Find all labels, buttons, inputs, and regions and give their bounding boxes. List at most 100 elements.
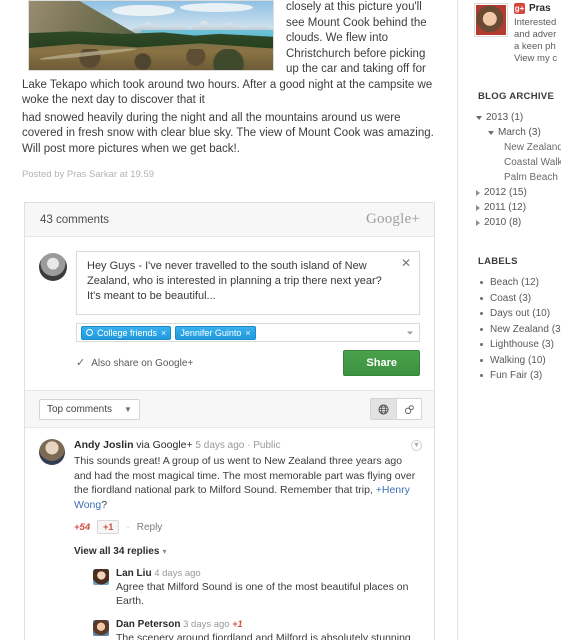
reply-author[interactable]: Dan Peterson [116,619,180,630]
link-icon[interactable] [396,399,421,419]
replies-section: View all 34 replies▾ Lan Liu 4 days ago [74,546,420,640]
triangle-right-icon [476,220,480,226]
profile-desc-line-2: and adver [514,29,561,41]
action-separator: · [126,522,129,533]
reply-text: The scenery around fiordland and Milford… [116,631,420,640]
label-item-beach[interactable]: Beach (12) [474,275,561,291]
triangle-right-icon [476,190,480,196]
reply-item: Lan Liu 4 days ago Agree that Milford So… [74,568,420,608]
profile-name[interactable]: Pras [529,3,551,14]
label-item-days-out[interactable]: Days out (10) [474,306,561,322]
main-content-column: closely at this picture you'll see Mount… [0,0,458,640]
label-item-coast[interactable]: Coast (3) [474,291,561,307]
profile-desc-line-3: a keen ph [514,41,561,53]
remove-icon[interactable]: × [161,328,166,338]
view-all-replies-button[interactable]: View all 34 replies▾ [74,546,420,557]
view-toggle-group [370,398,422,420]
google-plus-logo: Google+ [366,211,420,228]
reply-button[interactable]: Reply [137,522,163,533]
share-row: ✓ Also share on Google+ Share [76,350,420,376]
comment-options-icon[interactable]: ▼ [411,440,422,451]
profile-widget: g+ Pras Interested and adver a keen ph V… [474,3,561,65]
avatar[interactable] [39,439,65,465]
close-icon[interactable]: ✕ [400,257,412,269]
archive-post-coastal-walk[interactable]: Coastal Walk [474,155,561,170]
bullet-icon [480,328,483,331]
avatar [476,5,506,35]
sort-comments-label: Top comments [47,404,112,415]
avatar[interactable] [93,620,109,636]
archive-item-2013[interactable]: 2013 (1) [474,110,561,125]
audience-chip-circle[interactable]: College friends × [81,326,171,340]
plus-one-count: +1 [232,619,242,629]
archive-item-2012[interactable]: 2012 (15) [474,185,561,200]
triangle-down-icon [476,116,482,120]
reply-body: Lan Liu 4 days ago Agree that Milford So… [116,568,420,608]
blog-archive-title: BLOG ARCHIVE [478,91,561,102]
google-plus-icon: g+ [514,3,525,14]
label-item-lighthouse[interactable]: Lighthouse (3) [474,337,561,353]
archive-post-label: Palm Beach [504,170,558,185]
blog-archive-list: 2013 (1) March (3) New Zealand Coastal W… [474,110,561,230]
post-photo[interactable] [28,0,274,71]
archive-item-label: 2013 (1) [486,110,523,125]
profile-photo[interactable] [474,3,508,37]
sort-comments-dropdown[interactable]: Top comments ▼ [39,399,140,420]
archive-post-palm-beach[interactable]: Palm Beach [474,170,561,185]
profile-name-row: g+ Pras [514,3,561,14]
comment-author[interactable]: Andy Joslin [74,439,134,451]
triangle-down-icon [488,131,494,135]
also-share-label: Also share on Google+ [91,358,193,369]
label-text: New Zealand (3) [490,322,561,338]
reply-meta: Dan Peterson 3 days ago +1 [116,619,420,630]
label-item-walking[interactable]: Walking (10) [474,353,561,369]
also-share-checkbox[interactable]: ✓ Also share on Google+ [76,358,193,369]
archive-post-label: New Zealand [504,140,561,155]
archive-item-label: 2011 (12) [484,200,526,215]
comment-text: This sounds great! A group of us went to… [74,454,420,512]
comment-input[interactable]: Hey Guys - I've never travelled to the s… [76,251,420,315]
comment-meta: Andy Joslin via Google+ 5 days ago · Pub… [74,439,420,452]
chevron-down-icon[interactable] [407,331,413,334]
comments-toolbar: Top comments ▼ [25,390,434,428]
globe-icon[interactable] [371,399,396,419]
audience-chip-label: Jennifer Guinto [180,328,241,338]
archive-item-2011[interactable]: 2011 (12) [474,200,561,215]
remove-icon[interactable]: × [245,328,250,338]
archive-item-march[interactable]: March (3) [474,125,561,140]
plus-one-button[interactable]: +1 [97,520,119,534]
bullet-icon [480,359,483,362]
comments-header: 43 comments Google+ [25,203,434,237]
archive-item-label: March (3) [498,125,541,140]
circle-icon [86,329,93,336]
bullet-icon [480,297,483,300]
archive-item-2010[interactable]: 2010 (8) [474,215,561,230]
comment-item: Andy Joslin via Google+ 5 days ago · Pub… [25,428,434,640]
bullet-icon [480,281,483,284]
share-button[interactable]: Share [343,350,420,376]
audience-chip-person[interactable]: Jennifer Guinto × [175,326,255,340]
bullet-icon [480,343,483,346]
label-item-new-zealand[interactable]: New Zealand (3) [474,322,561,338]
sidebar: g+ Pras Interested and adver a keen ph V… [458,0,561,640]
archive-item-label: 2012 (15) [484,185,527,200]
reply-time: 4 days ago [154,568,200,579]
label-item-fun-fair[interactable]: Fun Fair (3) [474,368,561,384]
comment-via: via Google+ [136,439,192,451]
avatar-wrap [39,439,65,640]
checkmark-icon: ✓ [76,358,85,368]
labels-list: Beach (12) Coast (3) Days out (10) New Z… [474,275,561,384]
bullet-icon [480,374,483,377]
audience-selector[interactable]: College friends × Jennifer Guinto × [76,323,420,342]
triangle-right-icon [476,205,480,211]
reply-author[interactable]: Lan Liu [116,568,152,579]
avatar-wrap [93,620,109,640]
avatar[interactable] [93,569,109,585]
reply-body: Dan Peterson 3 days ago +1 The scenery a… [116,619,420,640]
label-text: Walking (10) [490,353,546,369]
comment-actions: +54 +1 · Reply [74,520,420,534]
view-profile-link[interactable]: View my c [514,53,561,65]
plus-one-count: +54 [74,522,90,533]
comments-count: 43 comments [40,214,109,226]
archive-post-new-zealand[interactable]: New Zealand [474,140,561,155]
